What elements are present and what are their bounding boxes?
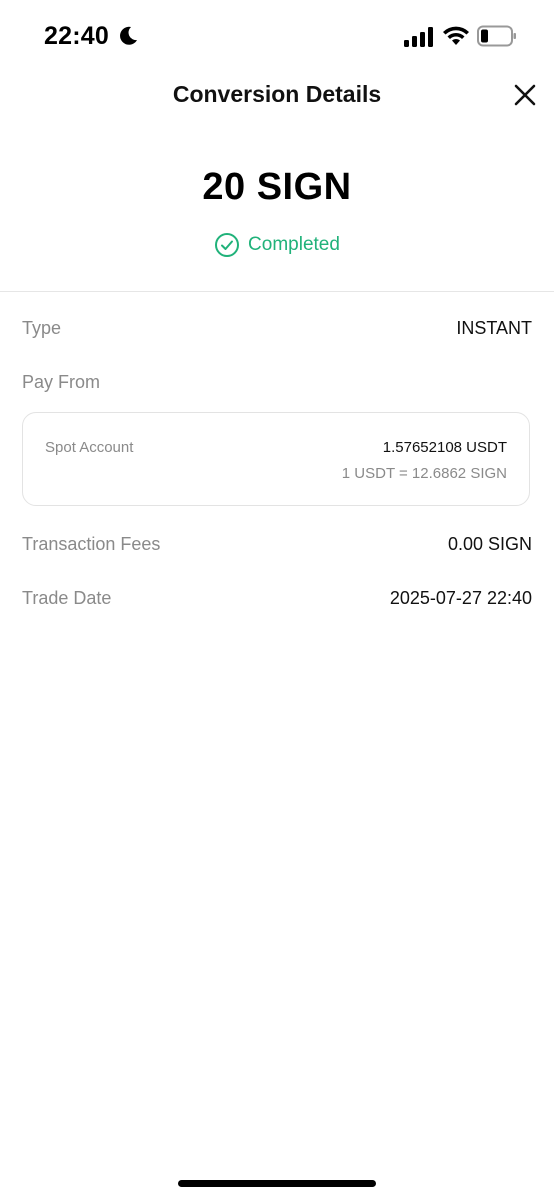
divider — [0, 291, 554, 292]
pay-from-card: Spot Account 1.57652108 USDT 1 USDT = 12… — [22, 412, 530, 506]
exchange-rate: 1 USDT = 12.6862 SIGN — [341, 465, 507, 482]
cellular-signal-icon — [404, 27, 433, 47]
fees-label: Transaction Fees — [22, 534, 161, 554]
pay-from-label: Pay From — [22, 372, 101, 392]
trade-date-label: Trade Date — [22, 588, 112, 608]
wifi-icon — [443, 26, 469, 45]
type-label: Type — [22, 318, 62, 338]
pay-from-row: Pay From — [22, 372, 532, 402]
home-indicator[interactable] — [178, 1180, 376, 1187]
status-time: 22:40 — [44, 22, 109, 50]
status-indicator: Completed — [0, 232, 554, 258]
header: Conversion Details — [0, 72, 554, 120]
conversion-amount: 20 SIGN — [202, 166, 352, 208]
close-icon[interactable] — [510, 80, 540, 110]
type-row: Type INSTANT — [22, 318, 532, 348]
fees-row: Transaction Fees 0.00 SIGN — [22, 534, 532, 564]
status-bar: 22:40 — [0, 0, 554, 75]
check-circle-icon — [215, 233, 240, 257]
battery-icon — [477, 25, 516, 47]
fees-value: 0.00 SIGN — [447, 534, 532, 554]
close-button[interactable] — [510, 80, 540, 110]
type-value: INSTANT — [456, 318, 532, 338]
trade-date-value: 2025-07-27 22:40 — [389, 588, 532, 608]
page-title: Conversion Details — [172, 81, 382, 107]
trade-date-row: Trade Date 2025-07-27 22:40 — [22, 588, 532, 618]
moon-icon — [120, 26, 137, 45]
pay-from-account: Spot Account — [45, 439, 134, 456]
pay-from-amount: 1.57652108 USDT — [382, 439, 507, 456]
status-label: Completed — [248, 234, 340, 255]
